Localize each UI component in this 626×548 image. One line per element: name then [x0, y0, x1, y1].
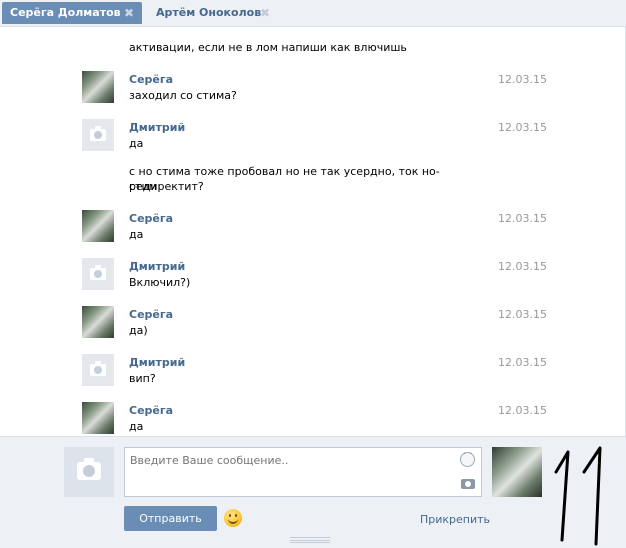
- avatar[interactable]: [82, 306, 114, 338]
- avatar[interactable]: [82, 210, 114, 242]
- message-text: да: [129, 228, 144, 241]
- message-input[interactable]: [124, 447, 482, 497]
- message-date: 12.03.15: [498, 404, 547, 417]
- message-author[interactable]: Дмитрий: [129, 121, 185, 134]
- message-author[interactable]: Серёга: [129, 73, 173, 86]
- my-avatar[interactable]: [64, 447, 114, 497]
- partner-avatar[interactable]: [492, 447, 542, 497]
- send-button[interactable]: Отправить: [124, 506, 217, 531]
- message-text: Включил?): [129, 276, 191, 289]
- message-author[interactable]: Дмитрий: [129, 356, 185, 369]
- message-date: 12.03.15: [498, 212, 547, 225]
- message-date: 12.03.15: [498, 308, 547, 321]
- emoji-icon[interactable]: [224, 509, 242, 527]
- tab-artem-onokolov[interactable]: Артём Оноколов ✖: [148, 2, 278, 24]
- message-date: 12.03.15: [498, 121, 547, 134]
- tab-label: Артём Оноколов: [156, 6, 262, 19]
- message-author[interactable]: Серёга: [129, 404, 173, 417]
- message-author[interactable]: Серёга: [129, 212, 173, 225]
- message-text: вип?: [129, 372, 156, 385]
- message-author[interactable]: Серёга: [129, 308, 173, 321]
- message-text-fragment: [129, 27, 449, 34]
- message-text: редиректит?: [129, 180, 204, 193]
- message-text-fragment: активации, если не в лом напиши как влюч…: [129, 41, 407, 54]
- tab-sergey-dolmatov[interactable]: Серёга Долматов ✖: [2, 2, 142, 24]
- dialog-tabs: Серёга Долматов ✖ Артём Оноколов ✖: [0, 0, 626, 27]
- camera-icon: [90, 265, 106, 280]
- resize-grip[interactable]: [290, 537, 330, 543]
- attach-link[interactable]: Прикрепить: [420, 513, 490, 526]
- message-text: да): [129, 324, 148, 337]
- message-text: да: [129, 137, 144, 150]
- camera-icon: [90, 126, 106, 141]
- message-date: 12.03.15: [498, 260, 547, 273]
- camera-icon[interactable]: [461, 479, 475, 489]
- message-author[interactable]: Дмитрий: [129, 260, 185, 273]
- message-date: 12.03.15: [498, 73, 547, 86]
- message-text: да: [129, 420, 144, 433]
- message-composer: Отправить Прикрепить: [0, 436, 626, 548]
- message-date: 12.03.15: [498, 356, 547, 369]
- avatar[interactable]: [82, 402, 114, 434]
- message-history[interactable]: активации, если не в лом напиши как влюч…: [0, 27, 626, 436]
- smile-icon[interactable]: [460, 449, 475, 467]
- avatar[interactable]: [82, 119, 114, 151]
- tab-label: Серёга Долматов: [10, 6, 121, 19]
- avatar[interactable]: [82, 354, 114, 386]
- message-text: заходил со стима?: [129, 89, 237, 102]
- avatar[interactable]: [82, 71, 114, 103]
- camera-icon: [77, 458, 101, 480]
- camera-icon: [90, 361, 106, 376]
- close-icon[interactable]: ✖: [260, 2, 270, 24]
- close-icon[interactable]: ✖: [124, 2, 134, 24]
- avatar[interactable]: [82, 258, 114, 290]
